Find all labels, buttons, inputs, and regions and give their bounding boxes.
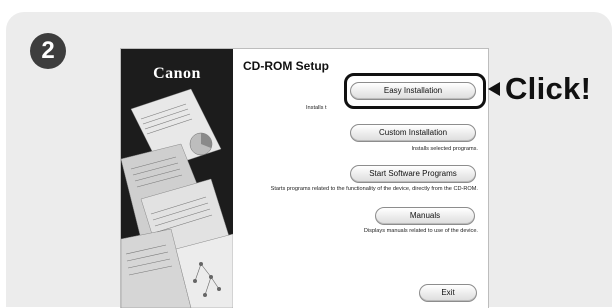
brand-logo: Canon [153,65,201,82]
custom-installation-button[interactable]: Custom Installation [350,124,476,142]
sidebar-artwork: Canon [121,49,233,308]
step-number-badge: 2 [30,33,66,69]
documents-illustration [121,88,233,308]
easy-installation-description: Installs t [306,105,327,111]
manuals-description: Displays manuals related to use of the d… [363,228,478,234]
manuals-button[interactable]: Manuals [375,207,475,225]
window-title: CD-ROM Setup [243,59,329,73]
easy-installation-highlight [344,73,486,109]
start-software-programs-button[interactable]: Start Software Programs [350,165,476,183]
custom-installation-description: Installs selected programs. [411,146,478,152]
arrow-left-icon [488,82,500,96]
start-software-programs-description: Starts programs related to the functiona… [270,186,478,192]
click-callout: Click! [505,71,592,106]
exit-button[interactable]: Exit [419,284,477,302]
